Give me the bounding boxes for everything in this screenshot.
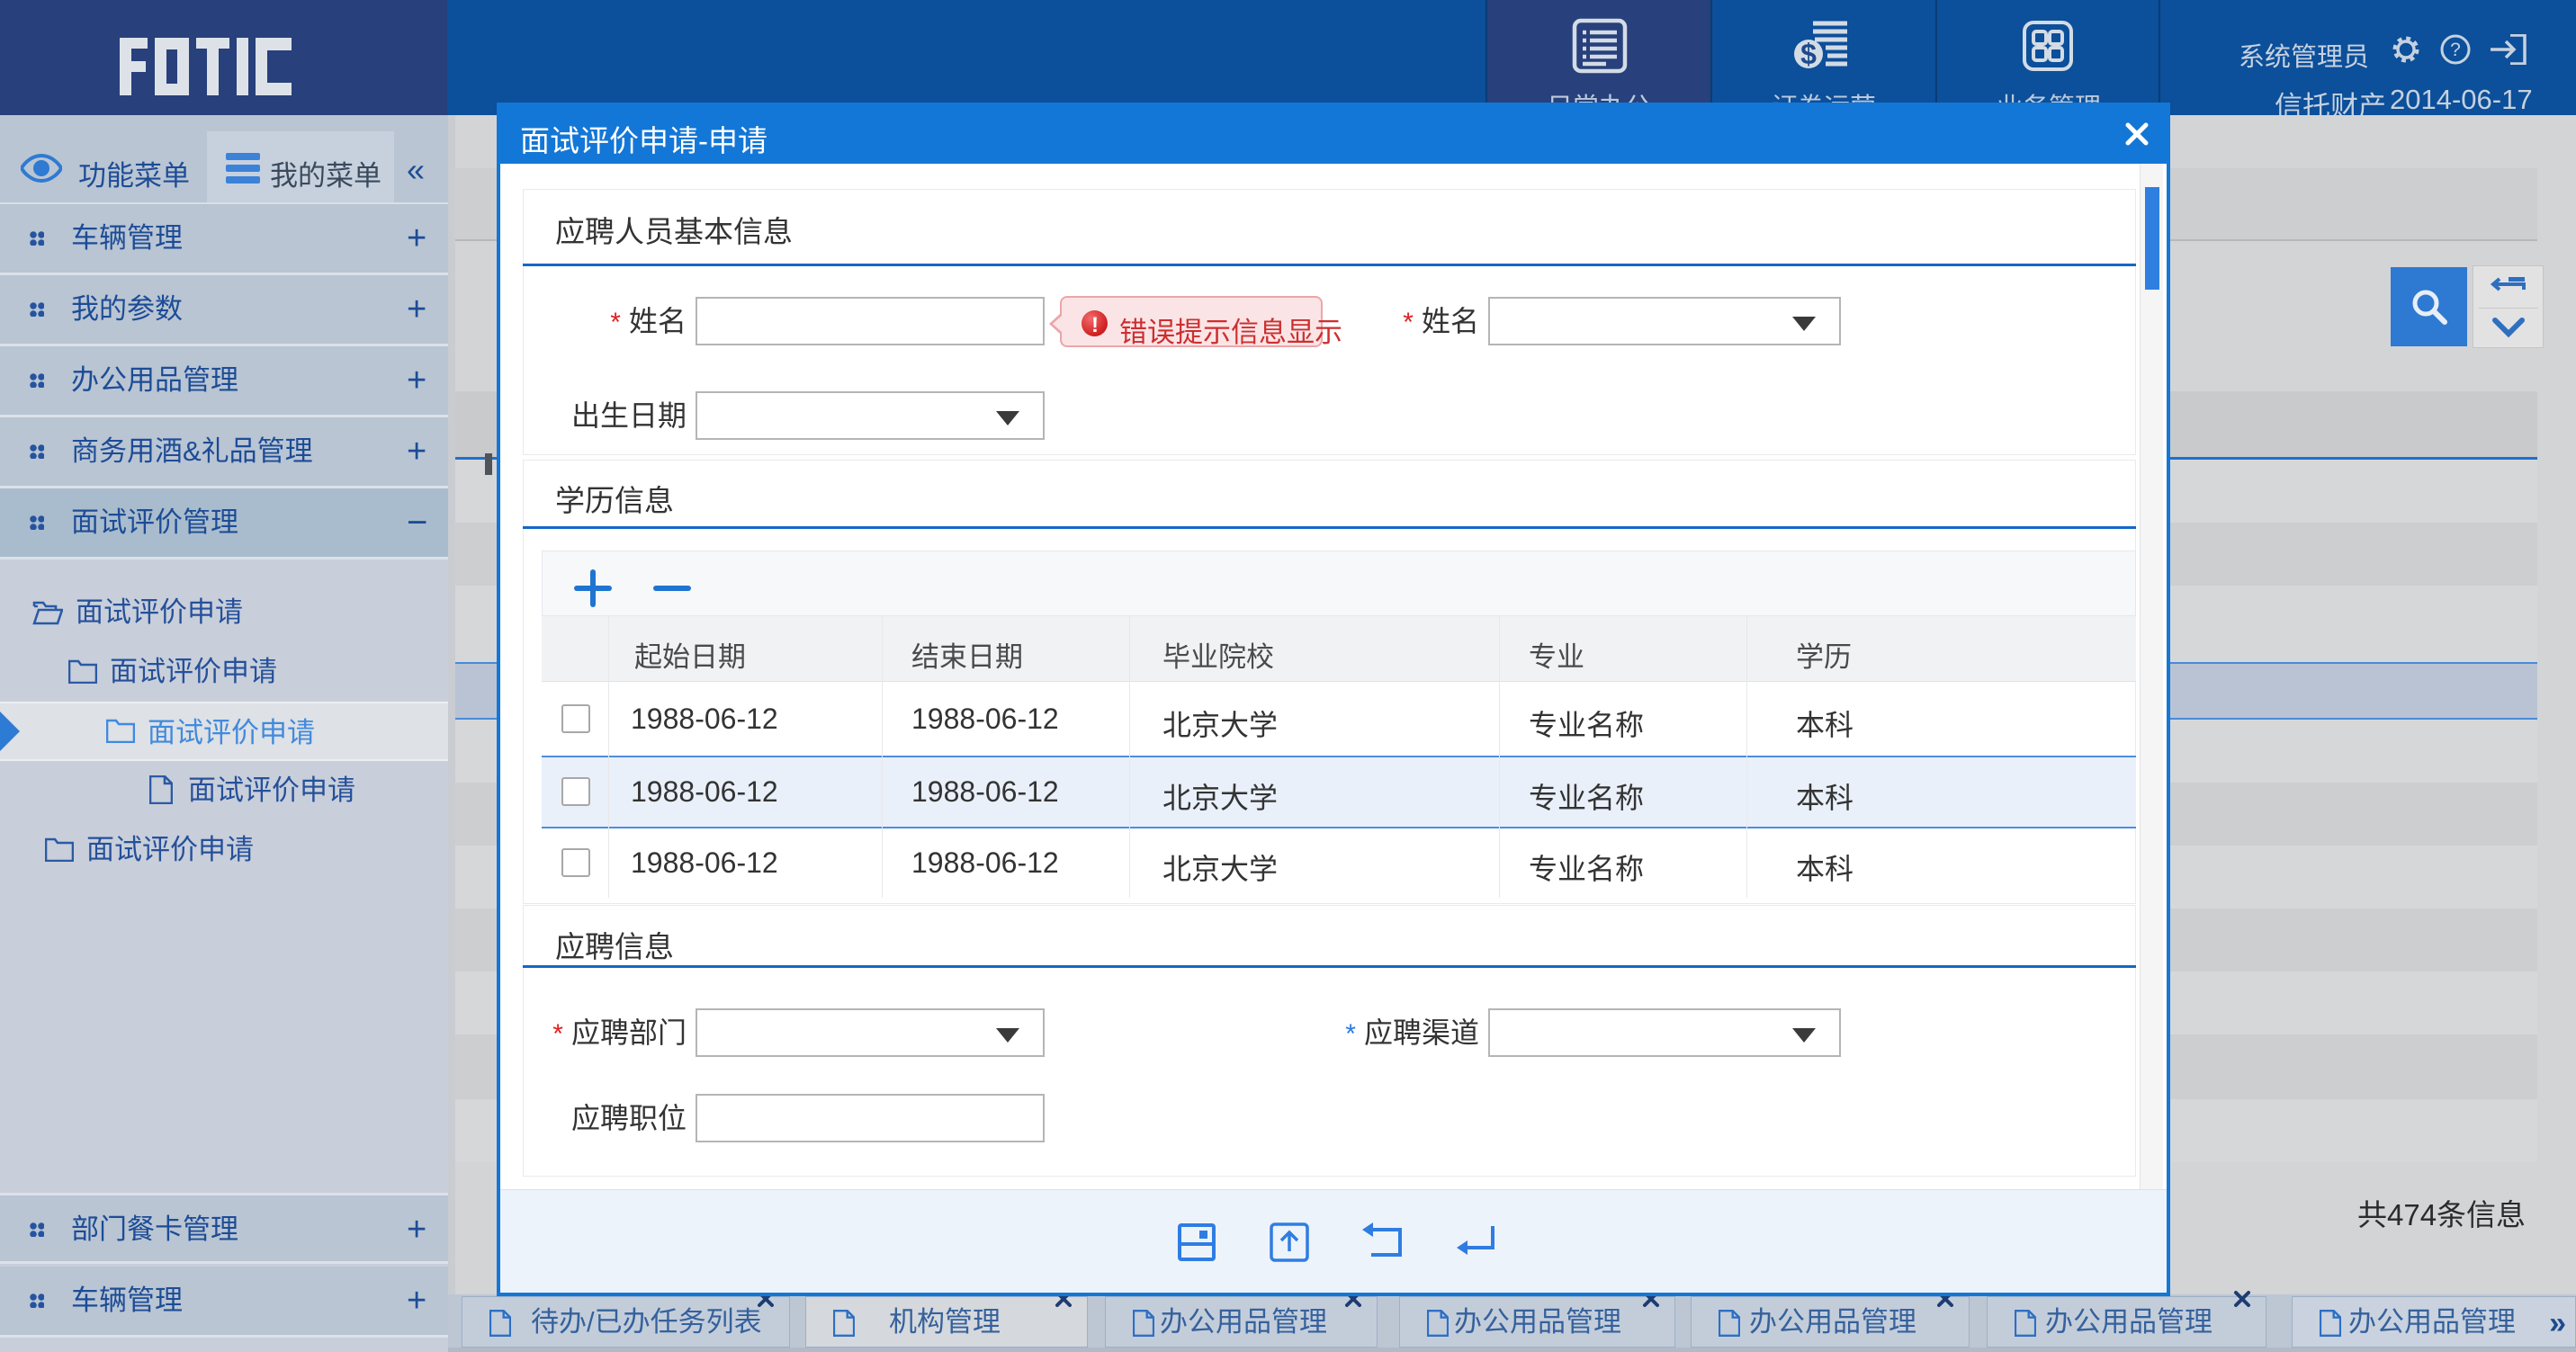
svg-text:?: ? [2450,40,2461,60]
svg-text:$: $ [1800,38,1817,70]
